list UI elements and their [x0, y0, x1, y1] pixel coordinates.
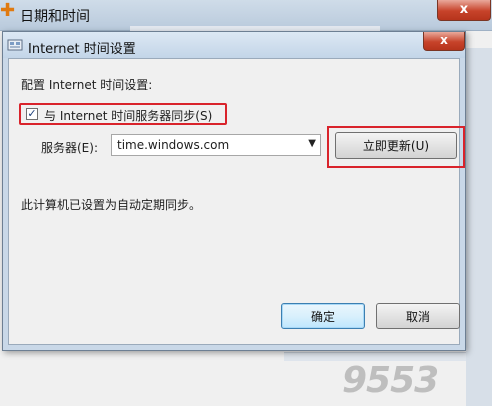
- sync-checkbox-highlight: ✓ 与 Internet 时间服务器同步(S): [19, 103, 227, 125]
- sync-checkbox-label[interactable]: 与 Internet 时间服务器同步(S): [44, 107, 212, 124]
- dialog-body: 配置 Internet 时间设置: ✓ 与 Internet 时间服务器同步(S…: [8, 58, 465, 345]
- update-now-button[interactable]: 立即更新(U): [335, 132, 457, 159]
- server-value: time.windows.com: [117, 138, 230, 152]
- date-time-app-icon: ✚: [0, 0, 16, 21]
- server-label: 服务器(E):: [41, 141, 98, 155]
- server-combobox[interactable]: time.windows.com ▼: [111, 134, 321, 156]
- dropdown-arrow-icon[interactable]: ▼: [308, 138, 316, 149]
- date-time-close-button[interactable]: x: [437, 0, 491, 21]
- site-watermark: 9553: [342, 360, 439, 401]
- dialog-title: Internet 时间设置: [28, 42, 136, 57]
- sync-checkbox[interactable]: ✓: [26, 108, 38, 120]
- dialog-titlebar: Internet 时间设置 x: [3, 32, 465, 58]
- clock-settings-icon: [7, 38, 25, 52]
- ok-button[interactable]: 确定: [281, 303, 365, 329]
- date-time-window-title: 日期和时间: [20, 9, 90, 25]
- background-window-edge: [466, 48, 492, 406]
- dialog-close-button[interactable]: x: [423, 32, 465, 51]
- internet-time-settings-dialog: Internet 时间设置 x 配置 Internet 时间设置: ✓ 与 In…: [2, 31, 466, 351]
- config-heading: 配置 Internet 时间设置:: [21, 78, 153, 92]
- sync-status-text: 此计算机已设置为自动定期同步。: [21, 198, 202, 212]
- cancel-button[interactable]: 取消: [376, 303, 460, 329]
